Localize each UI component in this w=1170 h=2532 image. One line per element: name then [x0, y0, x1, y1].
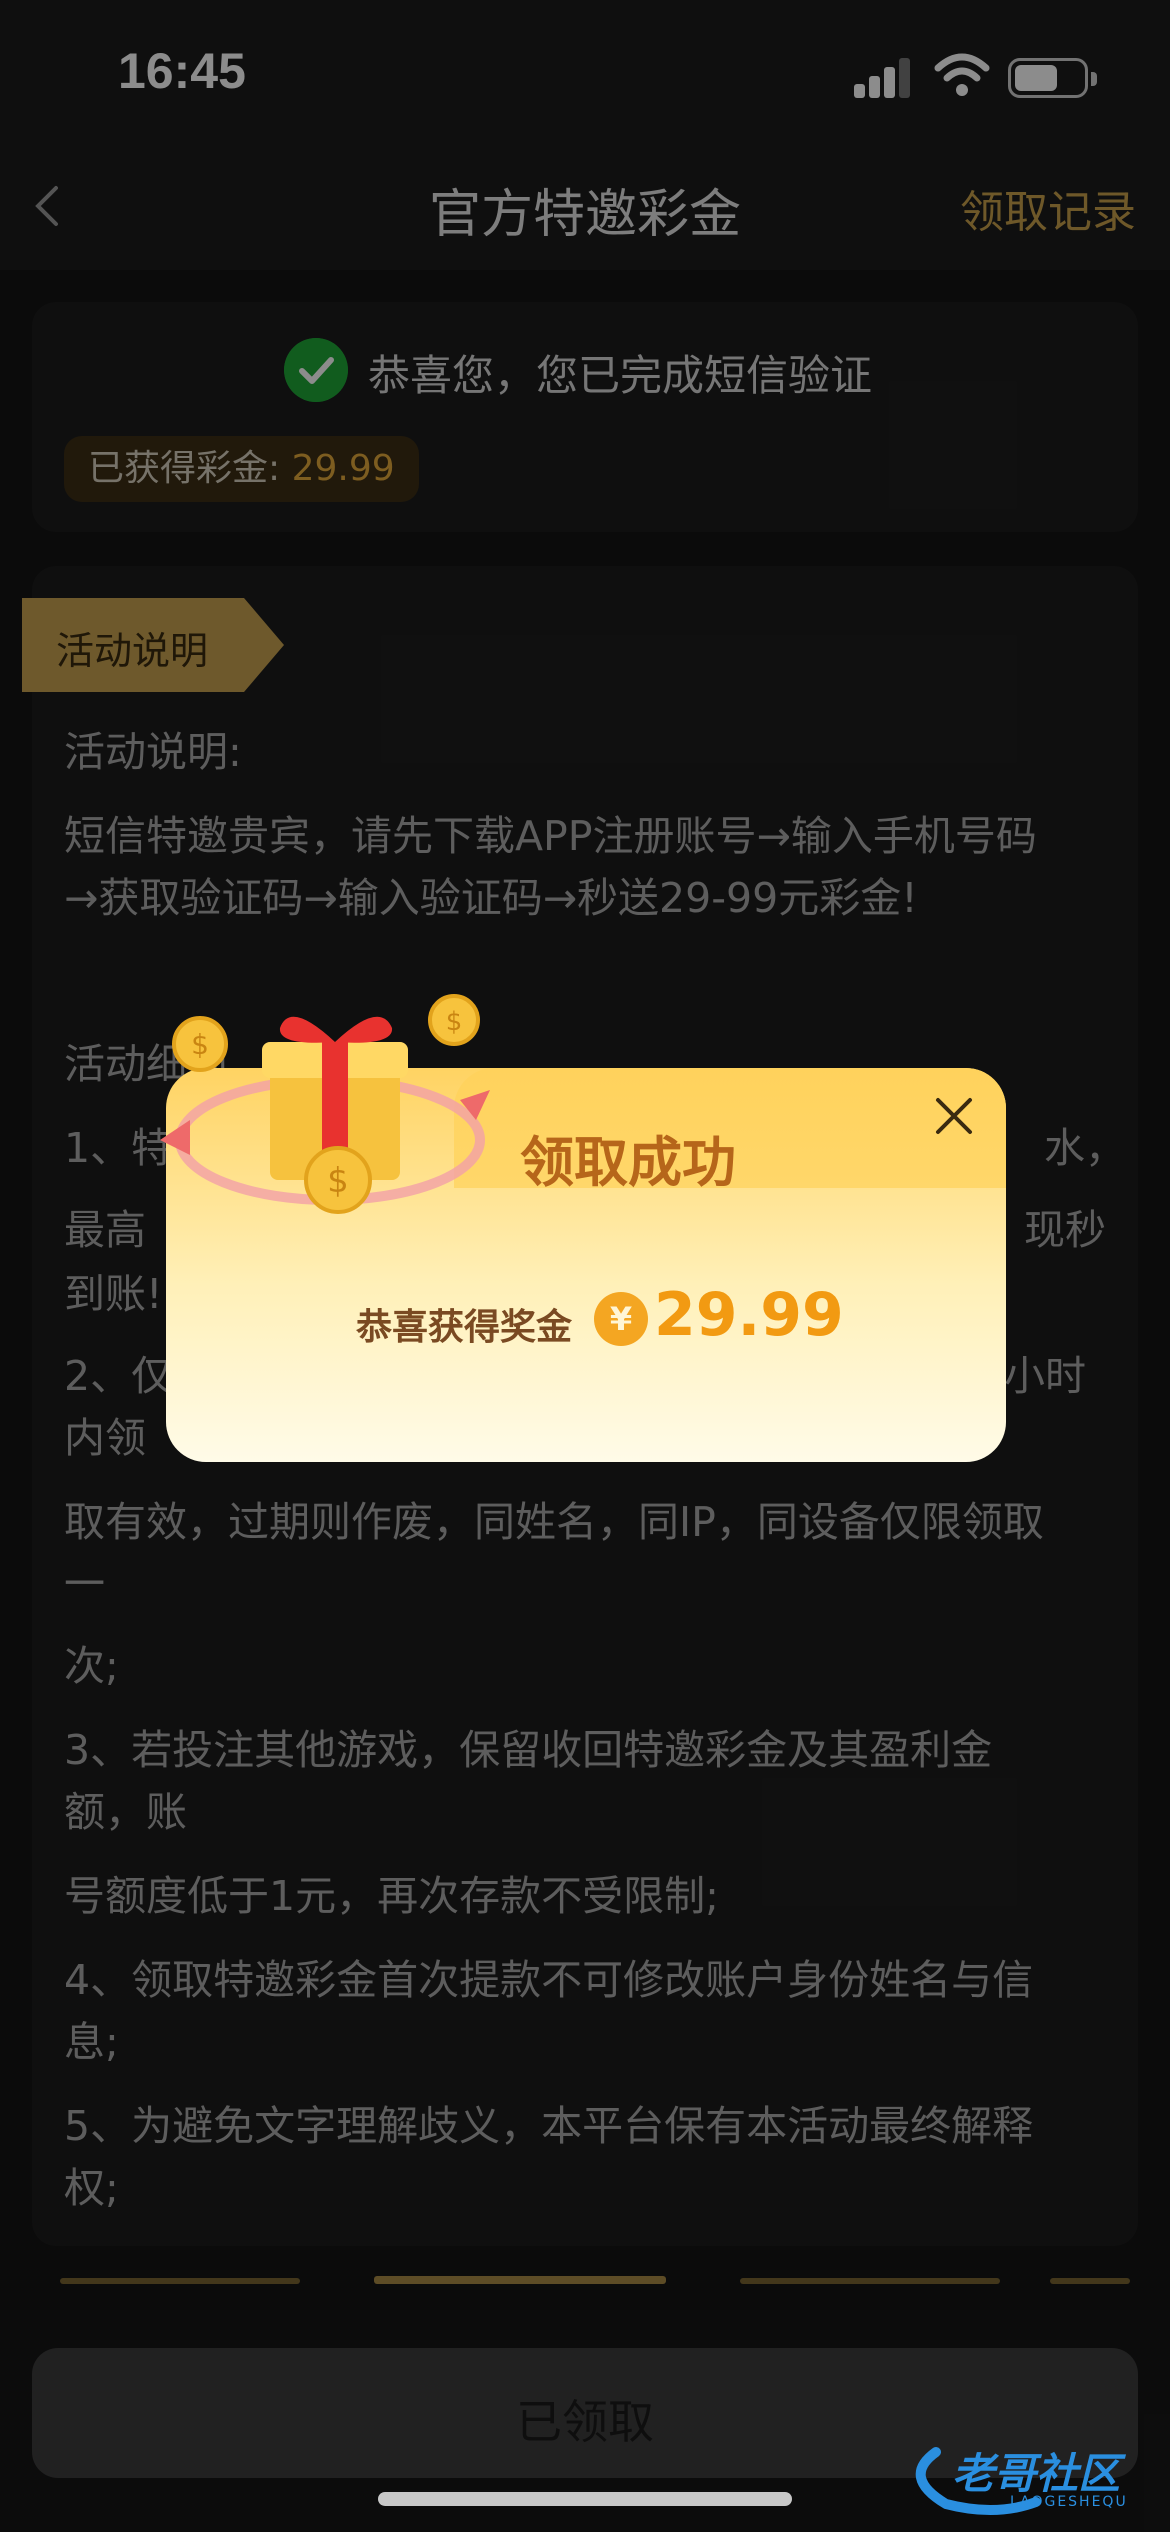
svg-text:$: $ [446, 1007, 463, 1037]
svg-text:$: $ [191, 1028, 209, 1061]
close-icon[interactable] [928, 1090, 980, 1142]
gift-box-icon: $ $ $ [160, 994, 490, 1214]
reward-amount: 29.99 [654, 1280, 844, 1350]
modal-title: 领取成功 [520, 1131, 736, 1194]
watermark-subtext: LAOGESHEQU [1010, 2494, 1128, 2510]
watermark-text: 老哥社区 [952, 2449, 1121, 2498]
svg-text:$: $ [327, 1161, 349, 1201]
reward-label: 恭喜获得奖金 [356, 1307, 573, 1348]
home-indicator[interactable] [378, 2492, 792, 2506]
yen-coin-icon: ¥ [594, 1292, 648, 1346]
